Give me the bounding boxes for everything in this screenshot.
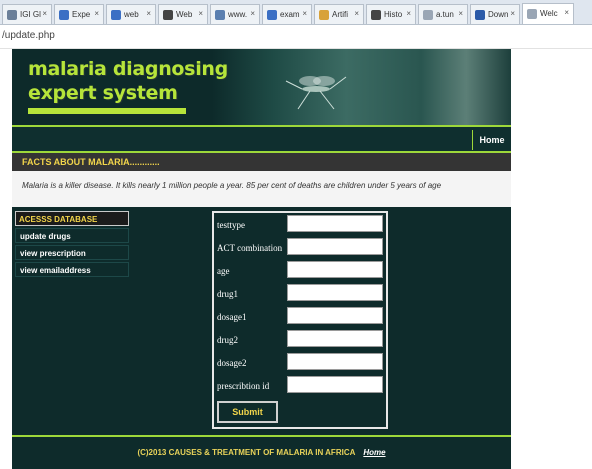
tab-favicon-icon xyxy=(423,10,433,20)
url-text[interactable]: /update.php xyxy=(2,30,55,41)
footer: (C)2013 CAUSES & TREATMENT OF MALARIA IN… xyxy=(12,435,511,469)
nav-home-link[interactable]: Home xyxy=(472,130,511,150)
prescription-form: testtype ACT combination age drug1 dosag… xyxy=(212,211,388,429)
form-row: drug1 xyxy=(214,284,386,302)
tab-label: IGI Gl xyxy=(20,10,41,19)
facts-heading: FACTS ABOUT MALARIA............ xyxy=(12,153,511,171)
browser-tab-bar: IGI Gl × Expe × web × Web × www. × exam … xyxy=(0,0,592,25)
tab-label: Histo xyxy=(384,10,403,19)
tab-favicon-icon xyxy=(475,10,485,20)
age-input[interactable] xyxy=(287,261,383,278)
tab-favicon-icon xyxy=(59,10,69,20)
tab-label: web xyxy=(124,10,139,19)
footer-home-link[interactable]: Home xyxy=(363,448,385,457)
tab-favicon-icon xyxy=(111,10,121,20)
sidebar-item-update-drugs[interactable]: update drugs xyxy=(15,228,129,243)
tab-label: a.tun xyxy=(436,10,454,19)
tab-close-icon[interactable]: × xyxy=(198,9,203,18)
form-row: dosage1 xyxy=(214,307,386,325)
tab-favicon-icon xyxy=(215,10,225,20)
main-content: ACESSS DATABASE update drugs view prescr… xyxy=(12,207,511,431)
browser-tab[interactable]: Down × xyxy=(470,4,520,24)
drug2-input[interactable] xyxy=(287,330,383,347)
act-combination-input[interactable] xyxy=(287,238,383,255)
logo-line-1: malaria diagnosing xyxy=(28,58,228,80)
age-label: age xyxy=(217,266,230,276)
prescription-id-label: prescribtion id xyxy=(217,381,270,391)
tab-label: Expe xyxy=(72,10,91,19)
form-row: age xyxy=(214,261,386,279)
mosquito-icon xyxy=(285,76,347,110)
sidebar-heading: ACESSS DATABASE xyxy=(15,211,129,226)
browser-tab[interactable]: Web × xyxy=(158,4,208,24)
browser-tab[interactable]: IGI Gl × xyxy=(2,4,52,24)
site-logo: malaria diagnosing expert system xyxy=(28,57,228,105)
header-banner: malaria diagnosing expert system xyxy=(12,49,511,125)
site-container: malaria diagnosing expert system Home FA… xyxy=(12,49,511,469)
tab-close-icon[interactable]: × xyxy=(458,9,463,18)
form-row: drug2 xyxy=(214,330,386,348)
dosage2-input[interactable] xyxy=(287,353,383,370)
act-combination-label: ACT combination xyxy=(217,243,283,253)
sidebar-item-view-prescription[interactable]: view prescription xyxy=(15,245,129,260)
tab-close-icon[interactable]: × xyxy=(146,9,151,18)
submit-button[interactable]: Submit xyxy=(217,401,278,423)
dosage1-input[interactable] xyxy=(287,307,383,324)
facts-text: Malaria is a killer disease. It kills ne… xyxy=(12,171,511,207)
browser-tab-active[interactable]: Welc × xyxy=(522,3,574,24)
browser-tab[interactable]: www. × xyxy=(210,4,260,24)
tab-close-icon[interactable]: × xyxy=(94,9,99,18)
sidebar-item-view-emailaddress[interactable]: view emailaddress xyxy=(15,262,129,277)
testtype-input[interactable] xyxy=(287,215,383,232)
form-row: ACT combination xyxy=(214,238,386,256)
footer-copyright: (C)2013 CAUSES & TREATMENT OF MALARIA IN… xyxy=(137,448,356,457)
prescription-id-input[interactable] xyxy=(287,376,383,393)
browser-tab[interactable]: exam × xyxy=(262,4,312,24)
logo-line-2: expert system xyxy=(28,82,178,104)
address-bar[interactable]: /update.php xyxy=(0,25,592,49)
tab-favicon-icon xyxy=(371,10,381,20)
logo-underline xyxy=(28,108,186,114)
tab-label: Welc xyxy=(540,9,558,18)
tab-label: Down xyxy=(488,10,509,19)
dosage1-label: dosage1 xyxy=(217,312,247,322)
footer-line: (C)2013 CAUSES & TREATMENT OF MALARIA IN… xyxy=(12,448,511,457)
tab-favicon-icon xyxy=(163,10,173,20)
tab-close-icon[interactable]: × xyxy=(42,9,47,18)
tab-close-icon[interactable]: × xyxy=(354,9,359,18)
dosage2-label: dosage2 xyxy=(217,358,247,368)
drug1-label: drug1 xyxy=(217,289,238,299)
sidebar-menu: ACESSS DATABASE update drugs view prescr… xyxy=(15,211,129,277)
tab-close-icon[interactable]: × xyxy=(564,8,569,17)
form-row: dosage2 xyxy=(214,353,386,371)
tab-favicon-icon xyxy=(319,10,329,20)
top-navigation: Home xyxy=(12,125,511,153)
tab-label: www. xyxy=(228,10,248,19)
drug1-input[interactable] xyxy=(287,284,383,301)
tab-favicon-icon xyxy=(267,10,277,20)
banner-photo xyxy=(212,49,511,125)
tab-close-icon[interactable]: × xyxy=(510,9,515,18)
tab-favicon-icon xyxy=(527,9,537,19)
browser-tab[interactable]: Histo × xyxy=(366,4,416,24)
tab-close-icon[interactable]: × xyxy=(250,9,255,18)
browser-tab[interactable]: a.tun × xyxy=(418,4,468,24)
tab-label: Artifi xyxy=(332,10,348,19)
form-row: testtype xyxy=(214,215,386,233)
tab-label: exam xyxy=(280,10,300,19)
tab-close-icon[interactable]: × xyxy=(302,9,307,18)
browser-tab[interactable]: Artifi × xyxy=(314,4,364,24)
testtype-label: testtype xyxy=(217,220,245,230)
form-row: prescribtion id xyxy=(214,376,386,394)
browser-tab[interactable]: Expe × xyxy=(54,4,104,24)
tab-close-icon[interactable]: × xyxy=(406,9,411,18)
tab-label: Web xyxy=(176,10,193,19)
tab-favicon-icon xyxy=(7,10,17,20)
drug2-label: drug2 xyxy=(217,335,238,345)
browser-tab[interactable]: web × xyxy=(106,4,156,24)
